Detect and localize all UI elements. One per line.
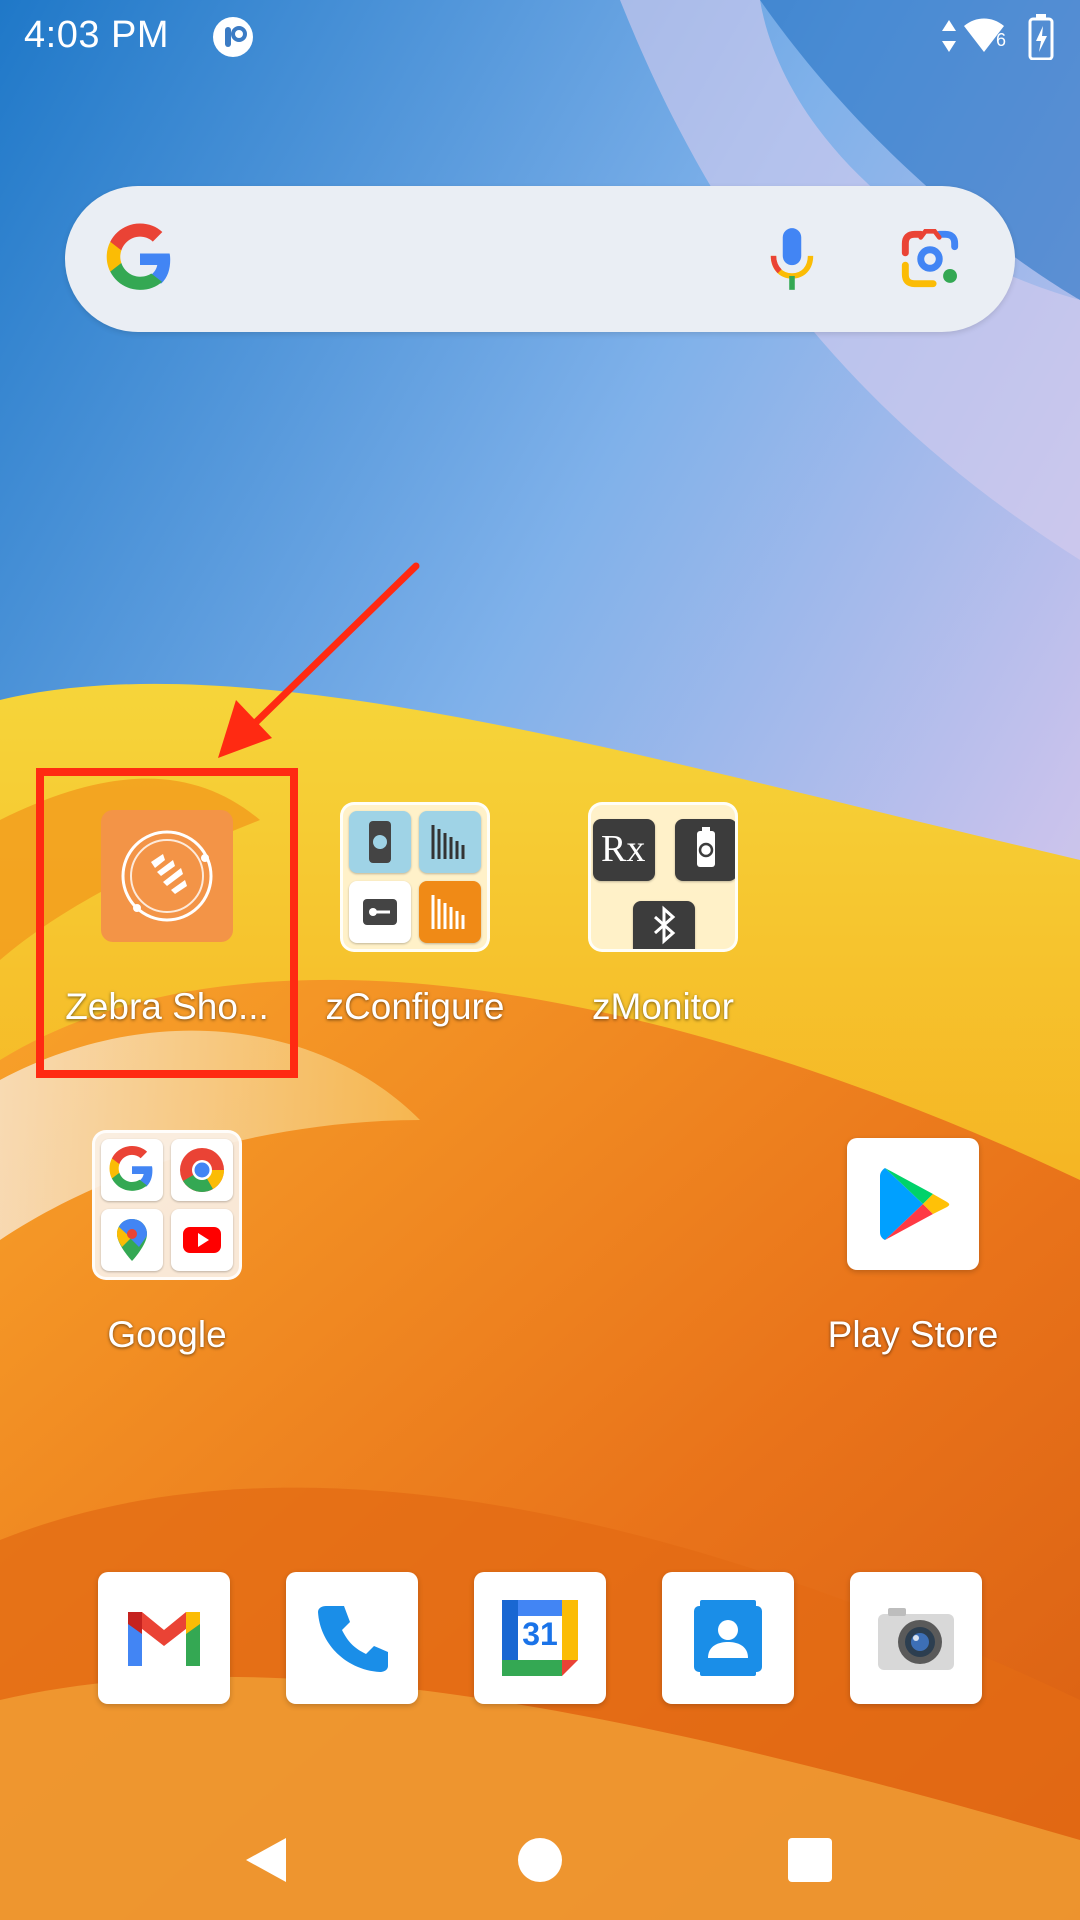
device-settings-icon [349,811,411,873]
google-g-icon [106,223,171,290]
gmail-icon[interactable] [98,1572,230,1704]
home-icon[interactable] [510,1830,570,1890]
app-badge-icon [213,17,253,57]
navigation-bar [0,1800,1080,1920]
google-app-icon [101,1139,163,1201]
calendar-day: 31 [522,1616,558,1652]
rx-icon: Rx [593,819,655,881]
google-search-bar[interactable] [65,186,1015,332]
folder-google[interactable]: Google [52,1128,282,1378]
chrome-icon [171,1139,233,1201]
play-store-icon [847,1138,979,1270]
camera-icon[interactable] [850,1572,982,1704]
back-icon[interactable] [236,1830,296,1890]
barcode-config-icon [419,811,481,873]
maps-icon [101,1209,163,1271]
home-screen: 4:03 PM 6 Zebra Sho... zConfigure Rx zMo… [0,0,1080,1920]
status-time: 4:03 PM [24,14,170,56]
google-lens-icon[interactable] [893,222,967,296]
rx-text: Rx [601,828,646,870]
app-zebra-showcase[interactable]: Zebra Sho... [52,800,282,1050]
app-label: Zebra Sho... [65,986,269,1027]
microphone-icon[interactable] [755,222,829,296]
zebra-showcase-icon [101,810,233,942]
key-icon [349,881,411,943]
network-type: 6 [996,30,1007,50]
contacts-icon[interactable] [662,1572,794,1704]
folder-icon: Rx [588,802,738,952]
phone-icon[interactable] [286,1572,418,1704]
recents-icon[interactable] [780,1830,840,1890]
battery-swap-icon [675,819,735,881]
folder-zconfigure[interactable]: zConfigure [300,800,530,1050]
barcode-orange-icon [419,881,481,943]
app-play-store[interactable]: Play Store [798,1128,1028,1378]
status-icons: 6 [940,14,1060,60]
battery-charging-icon [1028,14,1054,60]
app-label: zConfigure [325,986,505,1027]
folder-zmonitor[interactable]: Rx zMonitor [548,800,778,1050]
bluetooth-icon [633,901,695,949]
folder-icon [340,802,490,952]
app-label: Play Store [827,1314,999,1355]
status-bar: 4:03 PM 6 [0,0,1080,72]
calendar-icon[interactable]: 31 [474,1572,606,1704]
folder-icon [92,1130,242,1280]
app-label: Google [107,1314,227,1355]
data-arrows-icon [942,20,956,52]
app-label: zMonitor [592,986,734,1027]
youtube-icon [171,1209,233,1271]
